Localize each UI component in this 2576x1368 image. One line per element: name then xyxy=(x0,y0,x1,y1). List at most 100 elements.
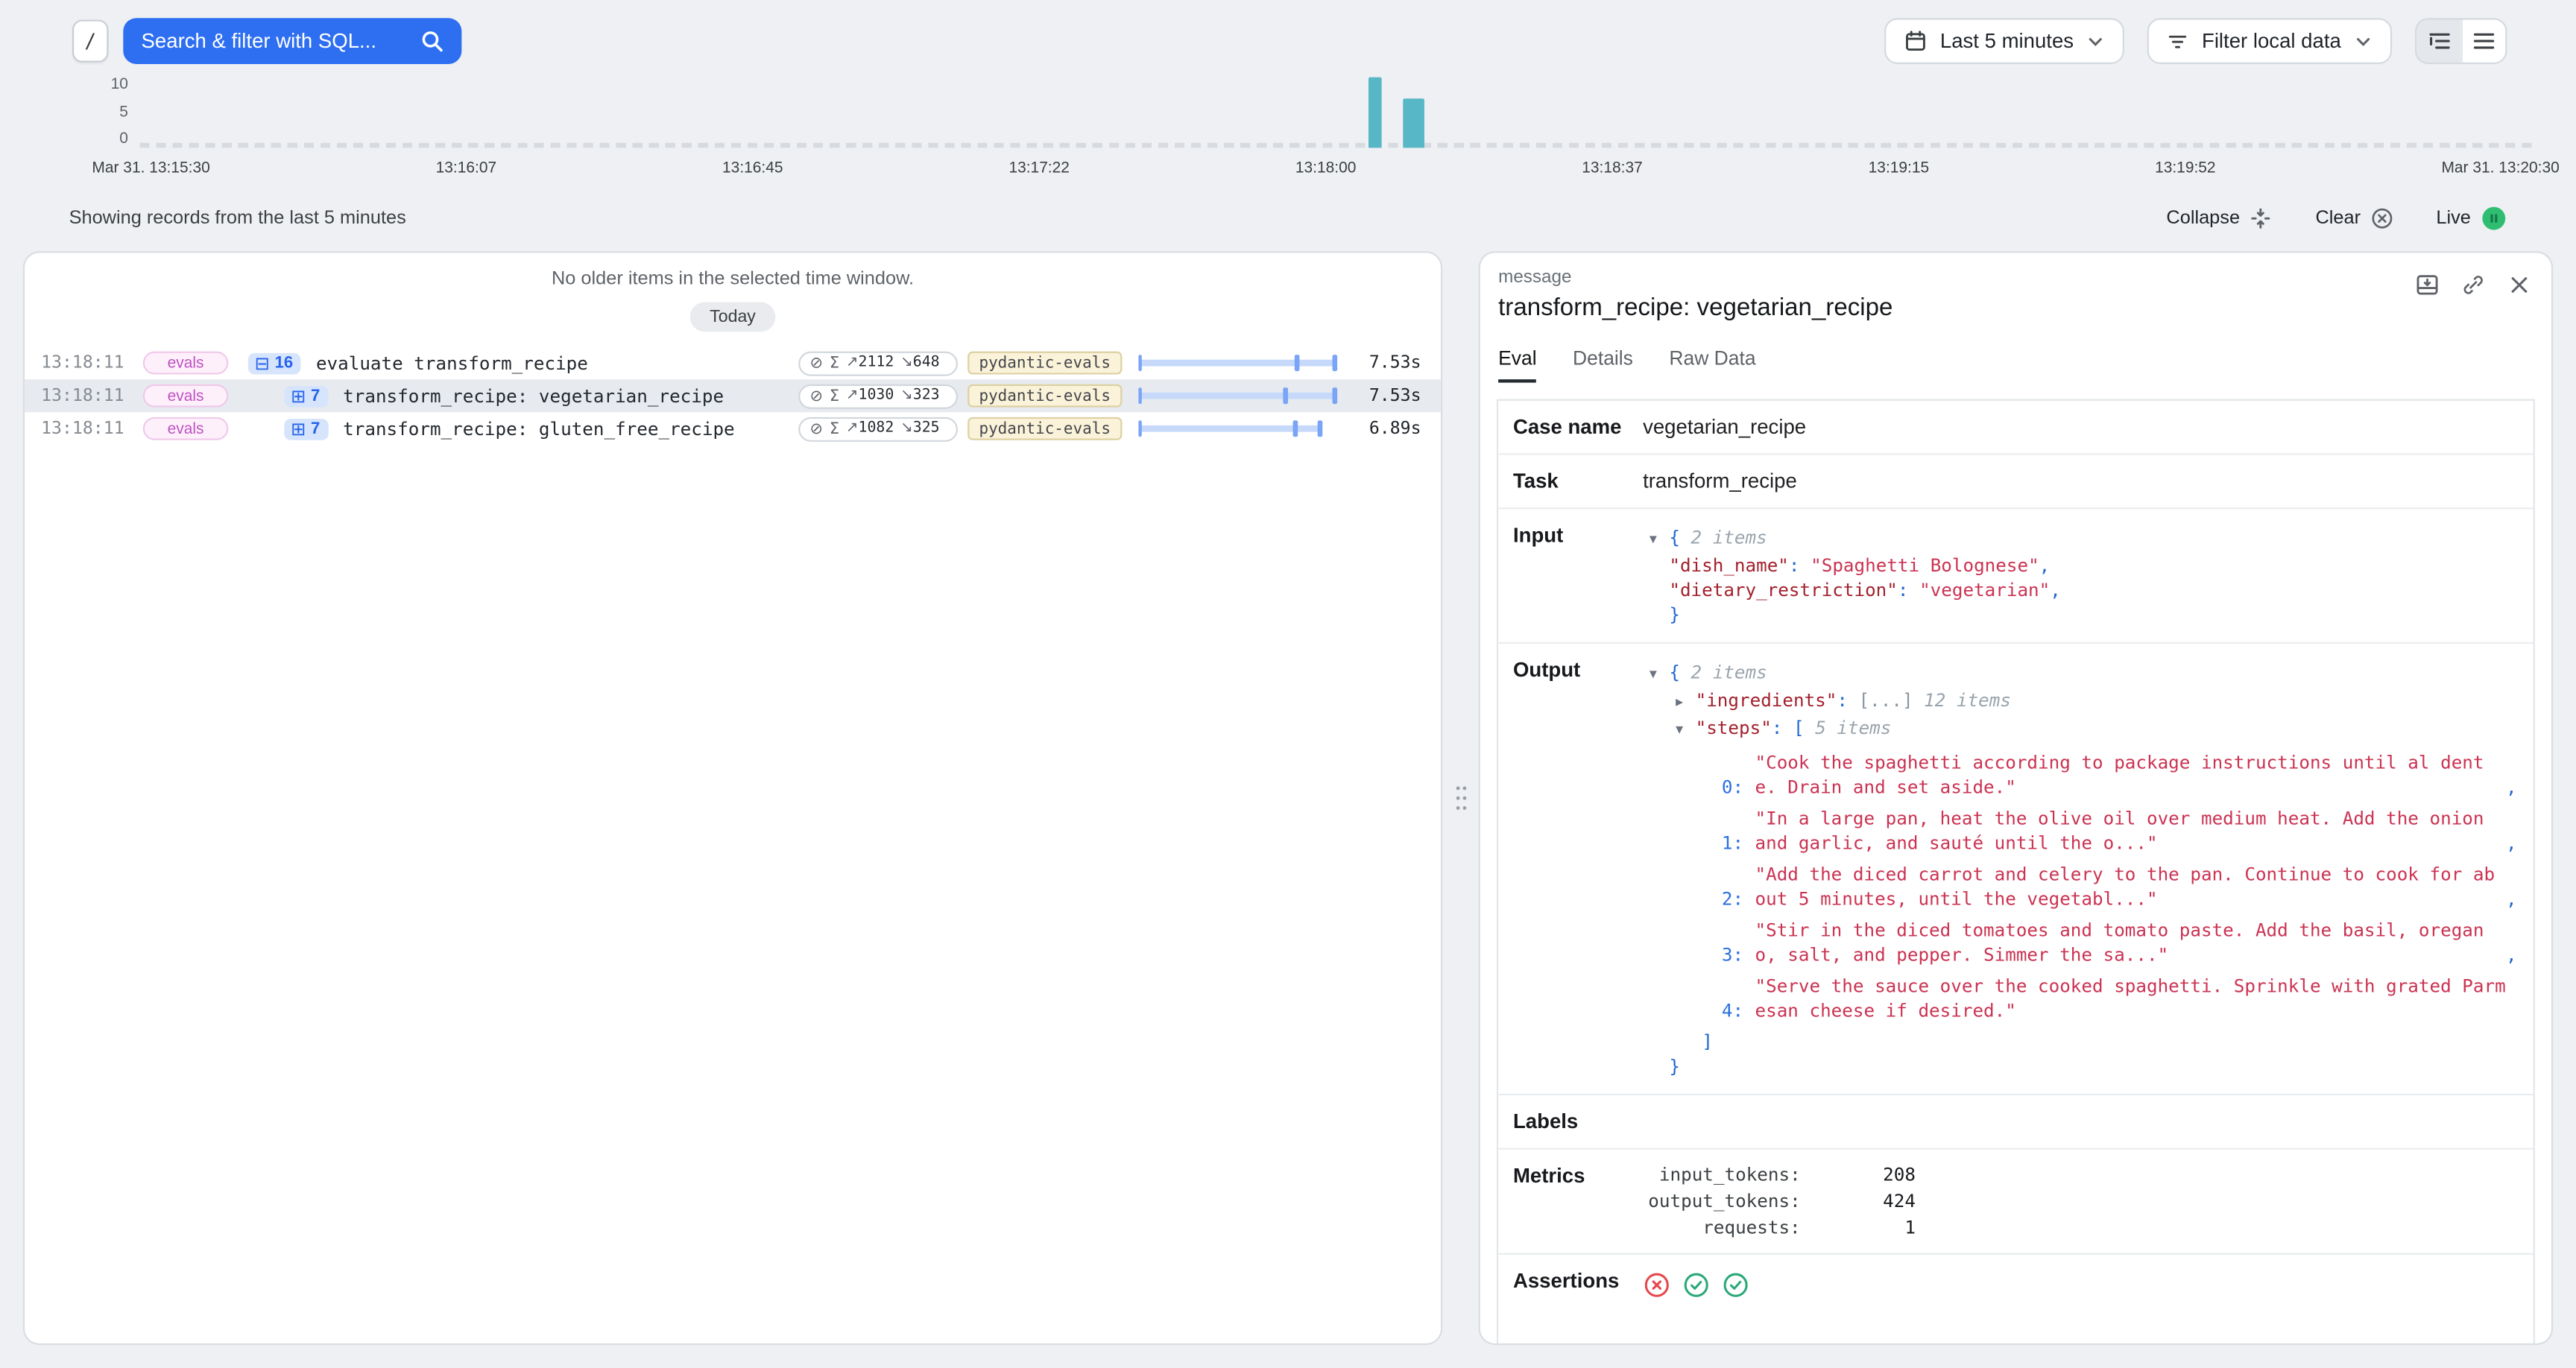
panel-resize-handle[interactable] xyxy=(1453,783,1468,813)
metric-key: output_tokens: xyxy=(1643,1191,1801,1212)
labels-value xyxy=(1643,1095,2534,1148)
duration-text: 7.53s xyxy=(1336,353,1421,373)
histogram-baseline xyxy=(139,143,2538,148)
collapse-button[interactable]: Collapse xyxy=(2166,207,2273,230)
x-tick: Mar 31. 13:20:30 xyxy=(2441,159,2559,177)
record-kind: message xyxy=(1498,267,2531,287)
expander-toggle[interactable]: ⊞ 7 xyxy=(284,418,328,440)
tab-raw-data[interactable]: Raw Data xyxy=(1669,346,1755,382)
trace-list-panel: No older items in the selected time wind… xyxy=(23,251,1442,1345)
trace-name: evaluate transform_recipe xyxy=(316,352,798,374)
histogram-bar[interactable] xyxy=(1404,98,1425,148)
x-tick: 13:17:22 xyxy=(1008,159,1070,177)
input-json-viewer: ▾{ 2 items "dish_name": "Spaghetti Bolog… xyxy=(1643,524,2517,627)
json-array-item: 3: "Stir in the diced tomatoes and tomat… xyxy=(1643,918,2517,967)
duration-text: 6.89s xyxy=(1336,419,1421,438)
top-toolbar: / Search & filter with SQL... Last 5 min… xyxy=(0,0,2576,64)
assertion-pass-badge[interactable] xyxy=(1722,1271,1749,1299)
caret-closed-icon[interactable]: ▸ xyxy=(1676,691,1695,716)
labels-label: Labels xyxy=(1498,1095,1643,1148)
json-string: "Add the diced carrot and celery to the … xyxy=(1755,862,2496,911)
minus-square-icon: ⊟ xyxy=(255,354,270,372)
no-cache-icon: ⊘ xyxy=(809,419,823,437)
tab-eval[interactable]: Eval xyxy=(1498,346,1536,382)
records-histogram: 10 5 0 Mar 31. 13:15:30 13:16:07 13:16:4… xyxy=(0,74,2576,189)
tab-details[interactable]: Details xyxy=(1573,346,1633,382)
package-tag: pydantic-evals xyxy=(967,352,1122,375)
sql-search-button[interactable]: Search & filter with SQL... xyxy=(123,18,461,64)
json-string: "Stir in the diced tomatoes and tomato p… xyxy=(1755,918,2496,967)
service-badge: evals xyxy=(143,384,229,408)
trace-time: 13:18:11 xyxy=(41,353,120,373)
detail-tabs: Eval Details Raw Data xyxy=(1480,322,2551,383)
metrics-table: input_tokens: 208 output_tokens: 424 req… xyxy=(1643,1165,2517,1238)
json-string: "vegetarian" xyxy=(1919,580,2050,601)
time-range-label: Last 5 minutes xyxy=(1940,30,2074,53)
array-index: 3: xyxy=(1722,943,1743,967)
items-count-note: 2 items xyxy=(1691,662,1767,683)
expander-toggle[interactable]: ⊞ 7 xyxy=(284,385,328,407)
plus-square-icon: ⊞ xyxy=(291,387,306,405)
expander-toggle[interactable]: ⊟ 16 xyxy=(248,352,301,374)
json-array-item: 1: "In a large pan, heat the olive oil o… xyxy=(1643,806,2517,855)
app-stage: / Search & filter with SQL... Last 5 min… xyxy=(0,0,2576,1368)
dock-panel-button[interactable] xyxy=(2415,273,2440,297)
keyboard-shortcut-slash[interactable]: / xyxy=(72,19,108,62)
x-tick: 13:16:07 xyxy=(436,159,497,177)
sigma-icon: Σ xyxy=(830,354,839,372)
metric-value: 208 xyxy=(1801,1165,1916,1186)
x-tick: Mar 31. 13:15:30 xyxy=(92,159,209,177)
caret-open-icon[interactable]: ▾ xyxy=(1676,719,1695,744)
token-metrics-pill: ⊘ Σ ↗2112 ↘648 xyxy=(798,351,958,376)
output-label: Output xyxy=(1498,644,1643,1094)
caret-open-icon[interactable]: ▾ xyxy=(1650,663,1669,688)
live-toggle[interactable]: Live xyxy=(2436,206,2507,232)
plus-square-icon: ⊞ xyxy=(291,419,306,437)
assertion-results xyxy=(1643,1270,2517,1299)
service-badge: evals xyxy=(143,417,229,440)
sigma-icon: Σ xyxy=(830,387,839,405)
trace-row-selected[interactable]: 13:18:11 evals ⊞ 7 transform_recipe: veg… xyxy=(25,379,1441,412)
caret-open-icon[interactable]: ▾ xyxy=(1650,529,1669,554)
assertion-pass-badge[interactable] xyxy=(1682,1271,1710,1299)
detail-header: message transform_recipe: vegetarian_rec… xyxy=(1480,253,2551,322)
clear-button[interactable]: Clear xyxy=(2315,207,2393,230)
empty-notice: No older items in the selected time wind… xyxy=(25,253,1441,288)
metric-key: input_tokens: xyxy=(1643,1165,1801,1186)
filter-icon xyxy=(2168,31,2189,52)
histogram-plot[interactable] xyxy=(139,77,2538,148)
y-tick: 0 xyxy=(119,130,128,148)
collapsed-array[interactable]: [...] xyxy=(1859,690,1913,712)
task-row: Task transform_recipe xyxy=(1498,455,2534,510)
child-count: 7 xyxy=(311,419,320,437)
tokens-in-arrow-icon: ↗ xyxy=(846,420,859,437)
array-index: 2: xyxy=(1722,887,1743,911)
view-mode-tree-button[interactable] xyxy=(2416,19,2461,62)
tokens-out: 325 xyxy=(913,420,940,437)
json-key: "ingredients" xyxy=(1696,690,1837,712)
detail-title: transform_recipe: vegetarian_recipe xyxy=(1498,294,2531,322)
duration-text: 7.53s xyxy=(1336,386,1421,405)
copy-link-button[interactable] xyxy=(2461,273,2486,297)
filter-local-data-dropdown[interactable]: Filter local data xyxy=(2147,18,2392,64)
trace-row[interactable]: 13:18:11 evals ⊟ 16 evaluate transform_r… xyxy=(25,346,1441,379)
histogram-bar[interactable] xyxy=(1368,77,1381,148)
tokens-out: 323 xyxy=(913,387,940,404)
collapse-label: Collapse xyxy=(2166,209,2240,228)
trace-row[interactable]: 13:18:11 evals ⊞ 7 transform_recipe: glu… xyxy=(25,412,1441,445)
assertion-fail-badge[interactable] xyxy=(1643,1271,1670,1299)
json-string: "In a large pan, heat the olive oil over… xyxy=(1755,806,2496,855)
live-indicator-icon xyxy=(2481,206,2507,232)
duration-bar xyxy=(1138,387,1335,404)
close-detail-button[interactable] xyxy=(2507,273,2531,297)
x-tick: 13:18:37 xyxy=(1582,159,1643,177)
duration-bar xyxy=(1138,355,1335,371)
token-metrics-pill: ⊘ Σ ↗1030 ↘323 xyxy=(798,384,958,408)
toolbar-right-group: Last 5 minutes Filter local data xyxy=(1884,18,2507,64)
time-range-dropdown[interactable]: Last 5 minutes xyxy=(1884,18,2124,64)
view-mode-flat-button[interactable] xyxy=(2461,19,2506,62)
detail-table: Case name vegetarian_recipe Task transfo… xyxy=(1497,399,2535,1343)
clear-circle-x-icon xyxy=(2370,207,2393,230)
json-key: "dietary_restriction" xyxy=(1669,580,1898,601)
token-metrics-pill: ⊘ Σ ↗1082 ↘325 xyxy=(798,417,958,441)
